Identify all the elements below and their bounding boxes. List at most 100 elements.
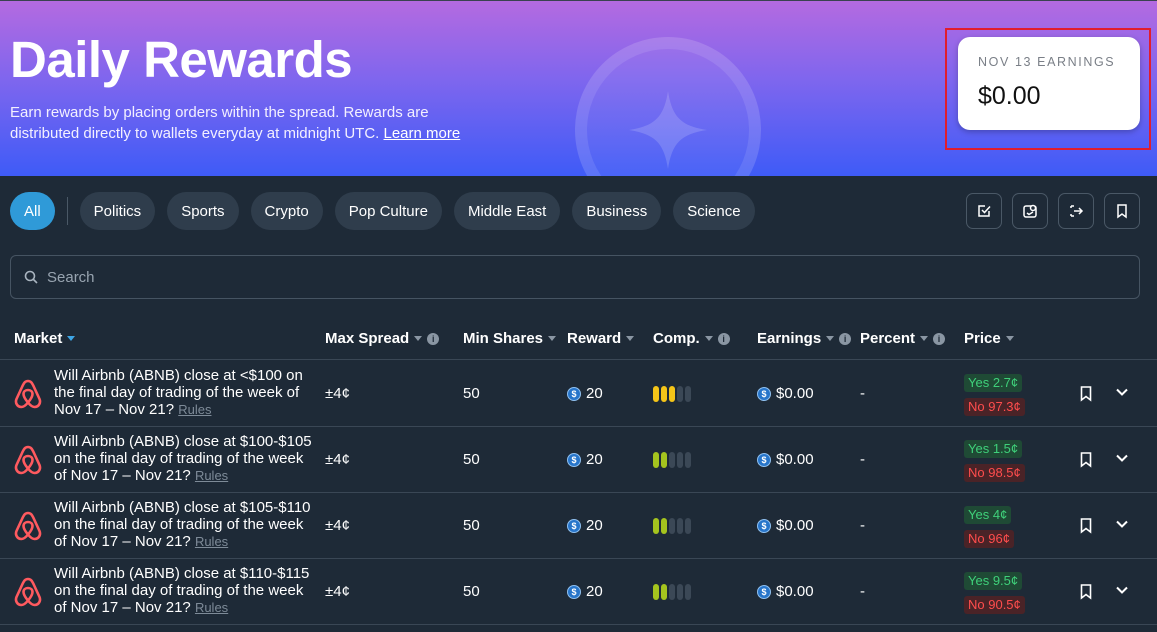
table-row[interactable]: Will Airbnb (ABNB) close at $110-$115 on… xyxy=(0,559,1157,625)
filter-pop-culture[interactable]: Pop Culture xyxy=(334,192,442,230)
comp-bar xyxy=(685,452,691,468)
percent-value: - xyxy=(860,517,865,534)
rules-link[interactable]: Rules xyxy=(195,534,228,549)
yes-price-badge[interactable]: Yes 2.7¢ xyxy=(964,374,1023,392)
chevron-down-icon[interactable] xyxy=(1115,453,1129,463)
comp-bar xyxy=(653,518,659,534)
sparkle-emblem-icon xyxy=(575,37,761,176)
info-icon[interactable]: i xyxy=(717,332,730,345)
comp-bar xyxy=(685,386,691,402)
chevron-down-icon[interactable] xyxy=(1115,387,1129,397)
filter-middle-east[interactable]: Middle East xyxy=(453,192,561,230)
percent-value: - xyxy=(860,583,865,600)
column-max-spread[interactable]: Max Spread i xyxy=(325,330,440,347)
reward-value: 20 xyxy=(586,583,603,600)
no-price-badge[interactable]: No 98.5¢ xyxy=(964,464,1025,482)
no-price-badge[interactable]: No 90.5¢ xyxy=(964,596,1025,614)
table-row[interactable]: Will Airbnb (ABNB) close at $105-$110 on… xyxy=(0,493,1157,559)
logout-arrow-icon xyxy=(1070,205,1084,217)
comp-bar xyxy=(661,452,667,468)
competition-meter xyxy=(653,452,693,468)
market-question[interactable]: Will Airbnb (ABNB) close at <$100 on the… xyxy=(54,367,319,418)
reward-value: 20 xyxy=(586,451,603,468)
bookmark-filter-button[interactable] xyxy=(1104,193,1140,229)
competition-meter xyxy=(653,386,693,402)
table-row[interactable]: Will Airbnb (ABNB) close at <$100 on the… xyxy=(0,361,1157,427)
comp-bar xyxy=(677,584,683,600)
usdc-coin-icon: $ xyxy=(757,452,771,467)
filter-crypto[interactable]: Crypto xyxy=(250,192,323,230)
sort-caret-icon xyxy=(67,336,76,341)
usdc-coin-icon: $ xyxy=(567,386,581,401)
airbnb-logo-icon xyxy=(14,577,42,607)
bookmark-icon[interactable] xyxy=(1079,517,1093,534)
sort-caret-icon xyxy=(920,336,929,341)
bookmark-icon[interactable] xyxy=(1079,451,1093,468)
column-earnings[interactable]: Earnings i xyxy=(757,330,852,347)
market-question[interactable]: Will Airbnb (ABNB) close at $100-$105 on… xyxy=(54,433,319,484)
reward-badge-button[interactable] xyxy=(1012,193,1048,229)
filter-science[interactable]: Science xyxy=(673,192,755,230)
info-icon[interactable]: i xyxy=(839,332,852,345)
bookmark-icon[interactable] xyxy=(1079,583,1093,600)
market-question[interactable]: Will Airbnb (ABNB) close at $110-$115 on… xyxy=(54,565,319,616)
yes-price-badge[interactable]: Yes 9.5¢ xyxy=(964,572,1023,590)
search-input[interactable] xyxy=(47,268,1047,286)
earnings-cell-value: $0.00 xyxy=(776,451,814,468)
rules-link[interactable]: Rules xyxy=(195,468,228,483)
table-row[interactable]: Will Airbnb (ABNB) close at $100-$105 on… xyxy=(0,427,1157,493)
rules-link[interactable]: Rules xyxy=(195,600,228,615)
column-price[interactable]: Price xyxy=(964,330,1014,347)
hero-description-text: Earn rewards by placing orders within th… xyxy=(10,104,429,142)
filter-all[interactable]: All xyxy=(10,192,55,230)
column-comp[interactable]: Comp. i xyxy=(653,330,730,347)
column-reward-label: Reward xyxy=(567,330,622,347)
filter-politics[interactable]: Politics xyxy=(79,192,156,230)
no-price-badge[interactable]: No 97.3¢ xyxy=(964,398,1025,416)
airbnb-logo-icon xyxy=(14,511,42,541)
max-spread-value: ±4¢ xyxy=(325,517,350,534)
comp-bar xyxy=(661,386,667,402)
earnings-cell: $ $0.00 xyxy=(757,583,814,600)
top-divider xyxy=(0,0,1157,1)
sort-caret-icon xyxy=(1005,336,1014,341)
reward-cell: $20 xyxy=(567,385,603,402)
column-reward[interactable]: Reward xyxy=(567,330,635,347)
search-icon xyxy=(24,270,38,284)
reward-cell: $20 xyxy=(567,583,603,600)
comp-bar xyxy=(669,452,675,468)
market-question[interactable]: Will Airbnb (ABNB) close at $105-$110 on… xyxy=(54,499,319,550)
column-market-label: Market xyxy=(14,330,63,347)
reward-value: 20 xyxy=(586,517,603,534)
airbnb-logo-icon xyxy=(14,379,42,409)
earnings-cell-value: $0.00 xyxy=(776,385,814,402)
market-question-text: Will Airbnb (ABNB) close at $100-$105 on… xyxy=(54,433,312,484)
column-market[interactable]: Market xyxy=(14,330,76,347)
filter-divider xyxy=(66,197,68,225)
check-square-button[interactable] xyxy=(966,193,1002,229)
bookmark-icon[interactable] xyxy=(1079,385,1093,402)
sort-caret-icon xyxy=(704,336,713,341)
filter-business[interactable]: Business xyxy=(572,192,662,230)
column-min-shares[interactable]: Min Shares xyxy=(463,330,557,347)
sort-caret-icon xyxy=(414,336,423,341)
column-percent[interactable]: Percent i xyxy=(860,330,946,347)
usdc-coin-icon: $ xyxy=(757,386,771,401)
yes-price-badge[interactable]: Yes 4¢ xyxy=(964,506,1012,524)
chevron-down-icon[interactable] xyxy=(1115,519,1129,529)
no-price-badge[interactable]: No 96¢ xyxy=(964,530,1014,548)
learn-more-link[interactable]: Learn more xyxy=(384,125,461,142)
yes-price-badge[interactable]: Yes 1.5¢ xyxy=(964,440,1023,458)
max-spread-value: ±4¢ xyxy=(325,583,350,600)
reward-cell: $20 xyxy=(567,451,603,468)
check-square-icon xyxy=(978,205,991,217)
comp-bar xyxy=(685,518,691,534)
info-icon[interactable]: i xyxy=(427,332,440,345)
chevron-down-icon[interactable] xyxy=(1115,585,1129,595)
sort-caret-icon xyxy=(626,336,635,341)
earnings-value: $0.00 xyxy=(978,82,1041,110)
info-icon[interactable]: i xyxy=(933,332,946,345)
filter-sports[interactable]: Sports xyxy=(167,192,239,230)
rules-link[interactable]: Rules xyxy=(178,402,211,417)
logout-arrow-button[interactable] xyxy=(1058,193,1094,229)
